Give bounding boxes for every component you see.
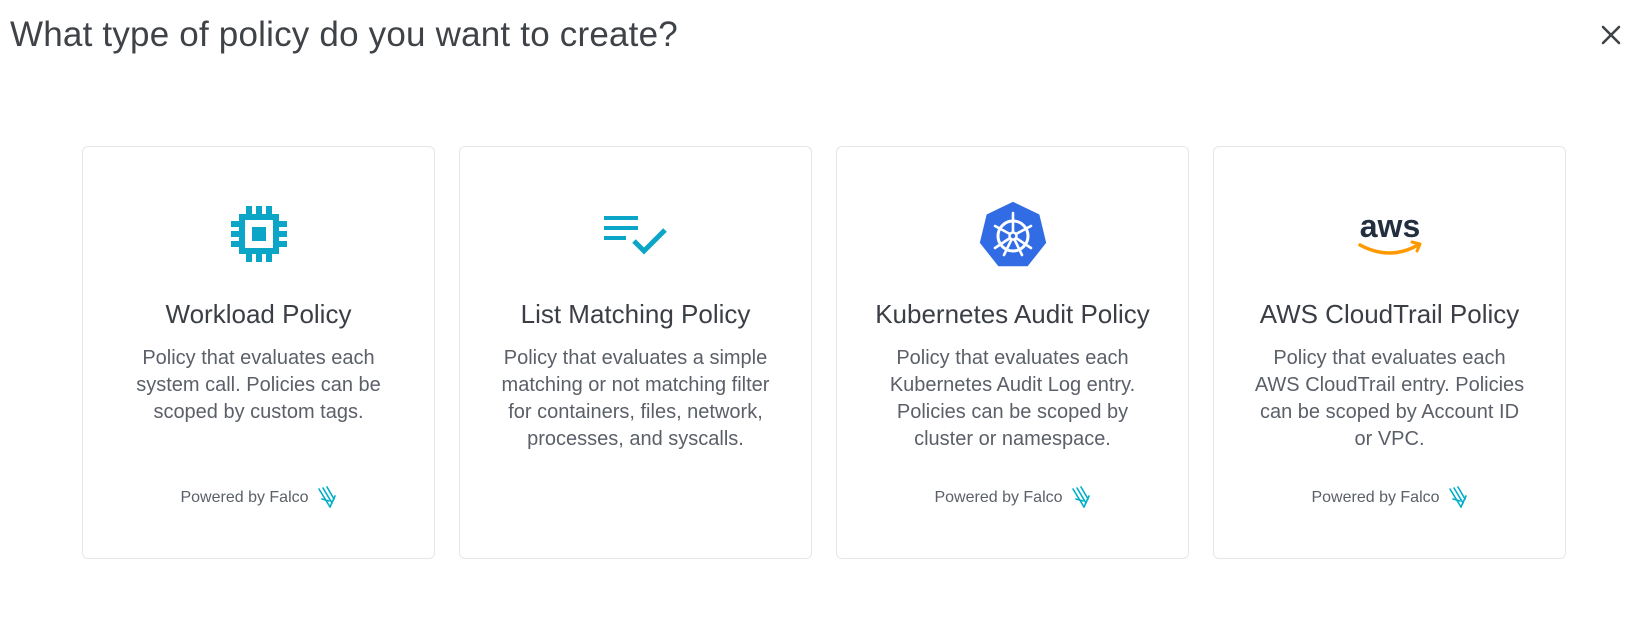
kubernetes-audit-policy-card[interactable]: Kubernetes Audit Policy Policy that eval… bbox=[836, 146, 1189, 559]
card-title: List Matching Policy bbox=[520, 299, 751, 329]
powered-by-falco: Powered by Falco bbox=[837, 486, 1188, 510]
aws-logo-text: aws bbox=[1359, 209, 1419, 244]
close-button[interactable] bbox=[1598, 22, 1624, 48]
workload-policy-card[interactable]: Workload Policy Policy that evaluates ea… bbox=[82, 146, 435, 559]
falco-logo-icon bbox=[1448, 486, 1467, 508]
card-title: AWS CloudTrail Policy bbox=[1259, 299, 1520, 329]
dialog-title: What type of policy do you want to creat… bbox=[10, 15, 678, 54]
card-title: Kubernetes Audit Policy bbox=[875, 299, 1150, 329]
powered-by-falco: Powered by Falco bbox=[1214, 486, 1565, 510]
card-description: Policy that evaluates each Kubernetes Au… bbox=[889, 347, 1136, 450]
close-icon bbox=[1601, 25, 1621, 45]
card-description: Policy that evaluates each system call. … bbox=[136, 347, 381, 423]
card-title: Workload Policy bbox=[165, 299, 352, 329]
kubernetes-icon bbox=[977, 200, 1048, 268]
powered-by-label: Powered by Falco bbox=[1311, 489, 1440, 506]
powered-by-label: Powered by Falco bbox=[934, 489, 1063, 506]
create-policy-dialog: What type of policy do you want to creat… bbox=[0, 0, 1643, 628]
powered-by-falco: Powered by Falco bbox=[83, 486, 434, 510]
card-description: Policy that evaluates a simple matching … bbox=[501, 347, 770, 450]
aws-logo-icon: aws bbox=[1357, 209, 1421, 255]
falco-logo-icon bbox=[317, 486, 336, 508]
falco-logo-icon bbox=[1071, 486, 1090, 508]
card-description: Policy that evaluates each AWS CloudTrai… bbox=[1254, 347, 1525, 450]
cpu-chip-icon bbox=[230, 206, 287, 262]
policy-type-list: Workload Policy Policy that evaluates ea… bbox=[82, 146, 1566, 559]
list-matching-policy-card[interactable]: List Matching Policy Policy that evaluat… bbox=[459, 146, 812, 559]
aws-cloudtrail-policy-card[interactable]: aws AWS CloudTrail Policy Policy that ev… bbox=[1213, 146, 1566, 559]
list-check-icon bbox=[603, 216, 667, 255]
powered-by-label: Powered by Falco bbox=[180, 489, 309, 506]
